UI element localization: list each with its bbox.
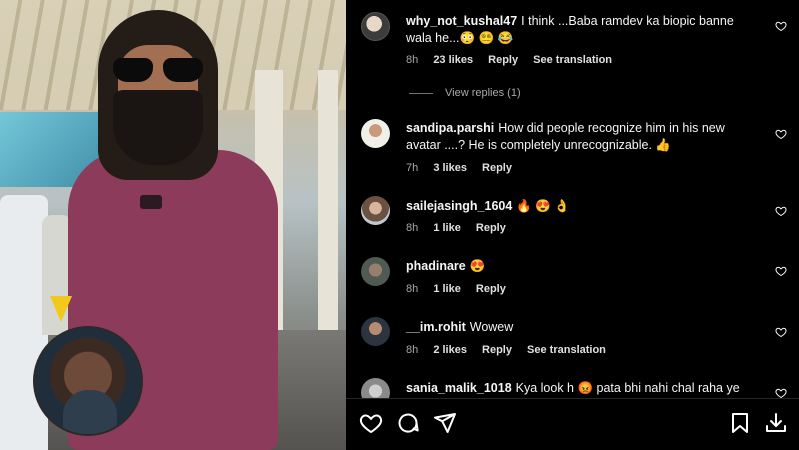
heart-icon[interactable] [775,20,787,32]
comment-username[interactable]: sailejasingh_1604 [406,199,512,213]
comment-likes[interactable]: 1 like [433,222,461,234]
avatar[interactable] [361,257,390,286]
comment-username[interactable]: why_not_kushal47 [406,14,517,28]
view-replies[interactable]: View replies (1) [409,87,521,99]
bystander [0,195,48,450]
comment-time: 7h [406,162,419,174]
comment-username[interactable]: sandipa.parshi [406,121,494,135]
pillar [318,70,338,330]
reply-button[interactable]: Reply [482,344,512,356]
share-icon[interactable] [433,411,457,435]
comment-username[interactable]: __im.rohit [406,320,466,334]
beard [113,90,203,165]
heart-icon[interactable] [359,411,383,435]
download-icon[interactable] [764,411,788,435]
reply-button[interactable]: Reply [476,222,506,234]
comment-likes[interactable]: 1 like [433,283,461,295]
avatar[interactable] [361,196,390,225]
comments-panel: why_not_kushal47 I think ...Baba ramdev k… [346,0,799,450]
comment-likes[interactable]: 3 likes [433,162,467,174]
comment-time: 8h [406,283,419,295]
heart-icon[interactable] [775,387,787,398]
avatar[interactable] [361,317,390,346]
avatar[interactable] [361,378,390,398]
see-translation-link[interactable]: See translation [527,344,606,356]
reply-button[interactable]: Reply [482,162,512,174]
heart-icon[interactable] [775,128,787,140]
heart-icon[interactable] [775,205,787,217]
comment-time: 8h [406,54,419,66]
action-bar [346,398,799,450]
inset-portrait [33,326,143,436]
comment-text: Wowew [469,320,514,334]
comment-username[interactable]: phadinare [406,259,466,273]
avatar[interactable] [361,12,390,41]
comment-icon[interactable] [396,411,420,435]
avatar[interactable] [361,119,390,148]
view-replies-label: View replies (1) [445,87,521,99]
comment-likes[interactable]: 2 likes [433,344,467,356]
comment-username[interactable]: sania_malik_1018 [406,381,512,395]
bookmark-icon[interactable] [728,411,752,435]
sunglasses [113,58,203,84]
hoodie-logo [140,195,162,209]
comment-likes[interactable]: 23 likes [433,54,473,66]
post-media[interactable] [0,0,346,450]
comment-time: 8h [406,222,419,234]
comment-text: 😍 [469,259,486,273]
replies-divider [409,92,433,94]
comment-time: 8h [406,344,419,356]
reply-button[interactable]: Reply [488,54,518,66]
heart-icon[interactable] [775,265,787,277]
comment-text: Kya look h 😡 pata bhi nahi chal raha ye [515,381,740,395]
reply-button[interactable]: Reply [476,283,506,295]
see-translation-link[interactable]: See translation [533,54,612,66]
comment-text: 🔥 😍 👌 [516,199,570,213]
comment-list[interactable]: why_not_kushal47 I think ...Baba ramdev k… [346,0,799,398]
heart-icon[interactable] [775,326,787,338]
